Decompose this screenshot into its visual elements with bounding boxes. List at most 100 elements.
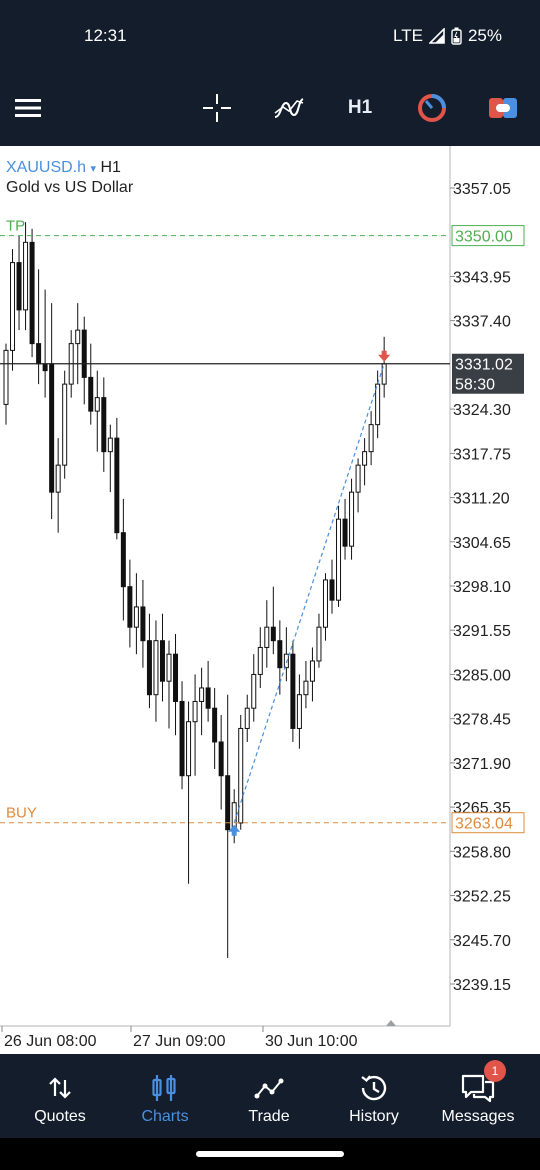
gesture-bar — [0, 1138, 540, 1170]
candle-body — [120, 532, 126, 588]
candle-body — [94, 397, 100, 412]
price-axis-label: 3285.00 — [453, 667, 511, 684]
nav-trade[interactable]: Trade — [217, 1054, 321, 1138]
candle-body — [296, 694, 302, 729]
candle-body — [336, 518, 342, 601]
nav-quotes-label: Quotes — [34, 1108, 86, 1125]
candle-body — [166, 653, 172, 682]
price-axis-label: 3278.45 — [453, 712, 511, 729]
price-axis-label: 3258.80 — [453, 844, 511, 861]
status-time: 12:31 — [84, 26, 127, 45]
price-axis-label: 3343.95 — [453, 269, 511, 286]
chart-shift-marker — [386, 1020, 396, 1026]
candle-body — [140, 606, 146, 642]
candle-body — [42, 363, 48, 372]
sort-arrows-icon — [49, 1077, 71, 1099]
candle-body — [270, 626, 276, 642]
candle-body — [362, 451, 368, 466]
timeframe-button[interactable]: H1 — [342, 90, 378, 126]
home-indicator[interactable] — [196, 1151, 344, 1157]
price-axis-label: 3304.65 — [453, 535, 511, 552]
candle-body — [309, 660, 315, 682]
bar-countdown-label: 58:30 — [455, 377, 495, 394]
time-axis-label: 27 Jun 09:00 — [133, 1033, 226, 1050]
candle-body — [173, 653, 179, 702]
candle-body — [186, 721, 192, 777]
candle-body — [225, 775, 231, 831]
candle-body — [36, 343, 42, 365]
messages-badge: 1 — [484, 1060, 506, 1082]
candle-body — [349, 491, 355, 547]
price-axis-label: 3337.40 — [453, 314, 511, 331]
price-chart[interactable]: 3357.05 3343.95 3337.40 3324.30 3317.75 3311.… — [0, 146, 540, 1054]
crosshair-button[interactable] — [200, 90, 234, 126]
candle-body — [179, 700, 185, 777]
status-right: LTE 25% — [393, 26, 502, 46]
candle-body — [81, 329, 87, 378]
nav-messages[interactable]: 1 Messages — [426, 1054, 530, 1138]
crosshair-icon — [203, 94, 231, 122]
price-axis-label: 3271.90 — [453, 756, 511, 773]
nav-charts[interactable]: Charts — [113, 1054, 217, 1138]
candle-body — [10, 262, 16, 351]
nav-charts-label: Charts — [141, 1108, 189, 1125]
symbol-name: XAUUSD.h — [6, 159, 87, 176]
candle-body — [290, 653, 296, 729]
candle-body — [316, 626, 322, 662]
price-axis-label: 3298.10 — [453, 579, 511, 596]
candle-body — [355, 464, 361, 493]
candle-body — [368, 424, 374, 453]
candle-body — [218, 741, 224, 777]
candle-body — [75, 329, 81, 345]
chart-symbol: XAUUSD.h ▾ H1 — [6, 159, 121, 177]
candle-body — [244, 707, 250, 729]
indicators-button[interactable] — [272, 90, 306, 126]
time-axis-label: 30 Jun 10:00 — [265, 1033, 358, 1050]
candle-body — [62, 383, 68, 466]
symbol-dropdown-icon[interactable]: ▾ — [90, 163, 96, 175]
candle-body — [199, 687, 205, 702]
close-arrow-icon — [378, 350, 391, 362]
candle-body — [29, 241, 35, 345]
trade-button[interactable] — [487, 90, 519, 126]
symbol-description: Gold vs US Dollar — [6, 179, 134, 196]
menu-button[interactable] — [14, 90, 42, 126]
trade-path-line — [233, 363, 385, 823]
candle-body — [277, 640, 283, 669]
nav-history-label: History — [349, 1108, 399, 1125]
candle-body — [251, 673, 257, 709]
candle-body — [192, 700, 198, 723]
candle-body — [283, 653, 289, 669]
candle-body — [133, 606, 139, 628]
candle-body — [257, 646, 263, 675]
candle-body — [16, 262, 22, 311]
symbol-timeframe: H1 — [100, 159, 121, 176]
chart-toolbar: H1 — [0, 72, 540, 146]
price-axis-label: 3291.55 — [453, 623, 511, 640]
price-axis-label: 3311.20 — [453, 491, 510, 508]
tp-label: TP — [6, 218, 25, 235]
candle-body — [23, 241, 29, 311]
candle-body — [153, 640, 159, 696]
candle-body — [375, 383, 381, 426]
network-label: LTE — [393, 26, 423, 45]
candle-body — [342, 518, 348, 547]
trend-line-icon — [254, 1078, 284, 1099]
status-bar: 12:31 LTE 25% — [0, 0, 540, 72]
chart-canvas[interactable]: 3357.05 3343.95 3337.40 3324.30 3317.75 3311.… — [0, 146, 540, 1054]
one-click-trading-button[interactable] — [416, 90, 448, 126]
indicators-icon — [274, 98, 304, 118]
tp-price-label: 3350.00 — [455, 229, 513, 246]
buy-label: BUY — [6, 805, 37, 822]
candle-body — [55, 464, 61, 493]
hamburger-icon — [15, 99, 41, 117]
candle-body — [146, 640, 152, 696]
candle-body — [303, 680, 309, 696]
nav-history[interactable]: History — [322, 1054, 426, 1138]
candle-body — [88, 376, 94, 412]
nav-quotes[interactable]: Quotes — [8, 1054, 112, 1138]
trade-toggle-icon — [489, 98, 517, 118]
history-clock-icon — [361, 1075, 387, 1101]
candle-body — [49, 363, 55, 493]
candle-body — [322, 579, 328, 628]
